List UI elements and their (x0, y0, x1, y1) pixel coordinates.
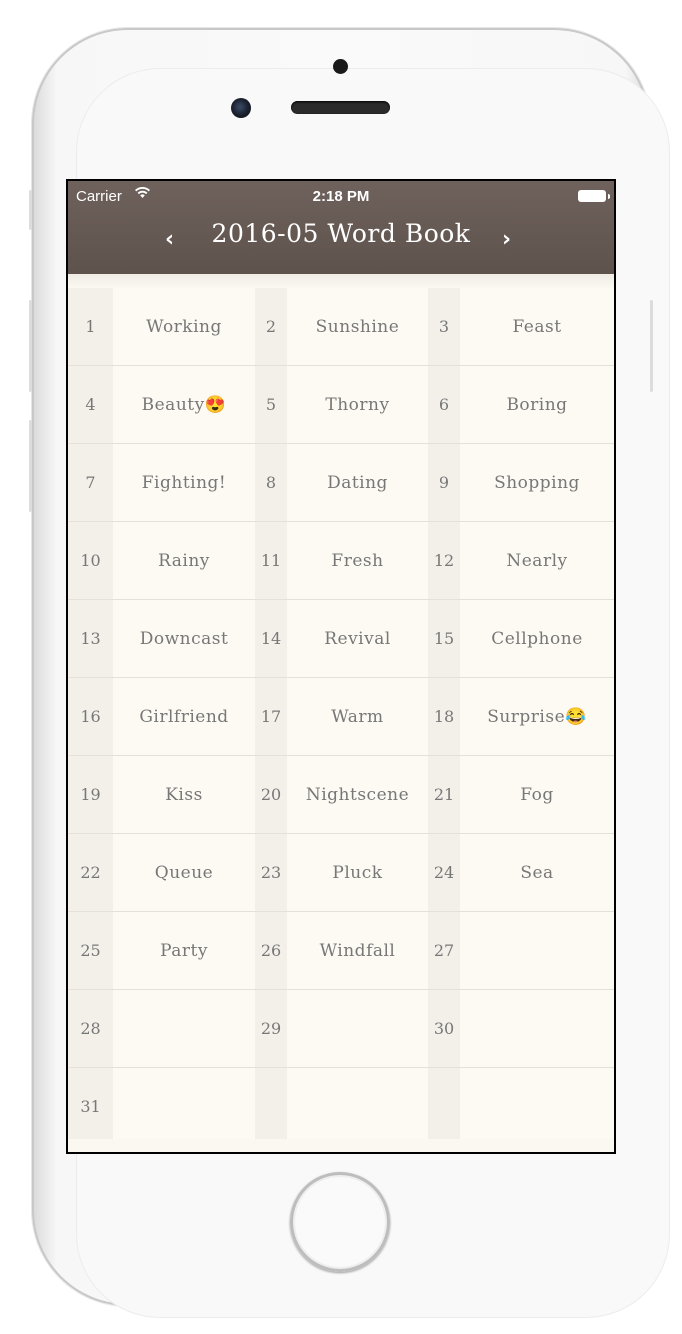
day-number: 3 (428, 288, 460, 365)
day-word-cell[interactable] (460, 990, 614, 1067)
day-word-cell[interactable]: Fighting! (113, 444, 255, 521)
calendar-row: 25 Party 26 Windfall 27 (68, 912, 614, 990)
next-month-button[interactable]: › (502, 227, 511, 252)
day-number: 26 (255, 912, 287, 989)
day-word-cell[interactable] (113, 1068, 255, 1145)
day-number: 2 (255, 288, 287, 365)
proximity-sensor (333, 59, 348, 74)
day-number: 10 (68, 522, 113, 599)
day-word-cell[interactable]: Windfall (287, 912, 428, 989)
day-word-cell[interactable]: Rainy (113, 522, 255, 599)
day-word-cell[interactable]: Downcast (113, 600, 255, 677)
day-word-cell[interactable]: Girlfriend (113, 678, 255, 755)
day-word-cell[interactable]: Boring (460, 366, 614, 443)
day-word-cell[interactable]: Pluck (287, 834, 428, 911)
day-number: 11 (255, 522, 287, 599)
screen: Carrier 2:18 PM ‹ 2016-05 Word Book › 1W… (66, 179, 616, 1154)
calendar-row: 28 29 30 (68, 990, 614, 1068)
day-number: 27 (428, 912, 460, 989)
day-word-cell[interactable]: Sea (460, 834, 614, 911)
day-word-cell[interactable]: Queue (113, 834, 255, 911)
day-word-cell[interactable]: Cellphone (460, 600, 614, 677)
screen-bottom (68, 1139, 614, 1152)
day-number: 4 (68, 366, 113, 443)
calendar-row: 31 (68, 1068, 614, 1146)
day-word-cell[interactable]: Kiss (113, 756, 255, 833)
day-number: 24 (428, 834, 460, 911)
day-word-cell[interactable]: Shopping (460, 444, 614, 521)
status-bar: Carrier 2:18 PM (68, 181, 614, 213)
volume-up-button (29, 300, 32, 392)
day-number: 22 (68, 834, 113, 911)
day-word-cell[interactable] (287, 990, 428, 1067)
word-calendar-grid: 1 Working 2 Sunshine 3 Feast 4 Beauty😍 5 Thorny 6 B… (68, 288, 614, 1146)
mute-switch (29, 190, 32, 230)
day-number: 8 (255, 444, 287, 521)
day-number: 20 (255, 756, 287, 833)
day-number: 16 (68, 678, 113, 755)
day-number: 13 (68, 600, 113, 677)
day-number: 30 (428, 990, 460, 1067)
day-number: 29 (255, 990, 287, 1067)
day-word-cell[interactable] (287, 1068, 428, 1145)
calendar-row: 19 Kiss 20 Nightscene 21 Fog (68, 756, 614, 834)
home-button[interactable] (290, 1172, 390, 1272)
app-content: Carrier 2:18 PM ‹ 2016-05 Word Book › 1W… (68, 181, 614, 1152)
day-word-cell[interactable]: Sunshine (287, 288, 428, 365)
day-number: 12 (428, 522, 460, 599)
day-number: 25 (68, 912, 113, 989)
day-word-cell[interactable] (460, 1068, 614, 1145)
day-word-cell[interactable]: Dating (287, 444, 428, 521)
day-number: 18 (428, 678, 460, 755)
day-word-cell[interactable]: Party (113, 912, 255, 989)
calendar-row: 10 Rainy 11 Fresh 12 Nearly (68, 522, 614, 600)
day-number: 7 (68, 444, 113, 521)
day-number: 1 (68, 288, 113, 365)
day-number: 17 (255, 678, 287, 755)
battery-icon (578, 190, 610, 202)
day-number: 23 (255, 834, 287, 911)
day-number: 6 (428, 366, 460, 443)
day-word-cell[interactable]: Revival (287, 600, 428, 677)
day-number: 14 (255, 600, 287, 677)
nav-shadow (68, 274, 614, 288)
day-word-cell[interactable]: Working (113, 288, 255, 365)
day-number (255, 1068, 287, 1145)
day-word-cell[interactable]: Fresh (287, 522, 428, 599)
day-word-cell[interactable]: Beauty😍 (113, 366, 255, 443)
calendar-row: 16 Girlfriend 17 Warm 18 Surprise😂 (68, 678, 614, 756)
status-time: 2:18 PM (312, 188, 370, 205)
day-word-cell[interactable]: Warm (287, 678, 428, 755)
day-word-cell[interactable]: Feast (460, 288, 614, 365)
day-number (428, 1068, 460, 1145)
day-word-cell[interactable] (113, 990, 255, 1067)
day-word-cell[interactable]: Fog (460, 756, 614, 833)
day-number: 31 (68, 1068, 113, 1145)
day-number: 5 (255, 366, 287, 443)
front-camera (231, 98, 251, 118)
calendar-row: 4 Beauty😍 5 Thorny 6 Boring (68, 366, 614, 444)
day-word-cell[interactable]: Surprise😂 (460, 678, 614, 755)
earpiece-speaker (291, 101, 390, 114)
day-word-cell[interactable]: Thorny (287, 366, 428, 443)
day-number: 19 (68, 756, 113, 833)
volume-down-button (29, 420, 32, 512)
day-number: 9 (428, 444, 460, 521)
day-number: 28 (68, 990, 113, 1067)
navigation-bar: Carrier 2:18 PM ‹ 2016-05 Word Book › (68, 181, 614, 274)
day-word-cell[interactable]: Nearly (460, 522, 614, 599)
day-word-cell[interactable] (460, 912, 614, 989)
calendar-row: 7 Fighting! 8 Dating 9 Shopping (68, 444, 614, 522)
power-button (650, 300, 653, 392)
day-number: 15 (428, 600, 460, 677)
day-number: 21 (428, 756, 460, 833)
calendar-row: 22 Queue 23 Pluck 24 Sea (68, 834, 614, 912)
calendar-row: 1 Working 2 Sunshine 3 Feast (68, 288, 614, 366)
page-title: 2016-05 Word Book (211, 219, 471, 248)
calendar-row: 13 Downcast 14 Revival 15 Cellphone (68, 600, 614, 678)
day-word-cell[interactable]: Nightscene (287, 756, 428, 833)
